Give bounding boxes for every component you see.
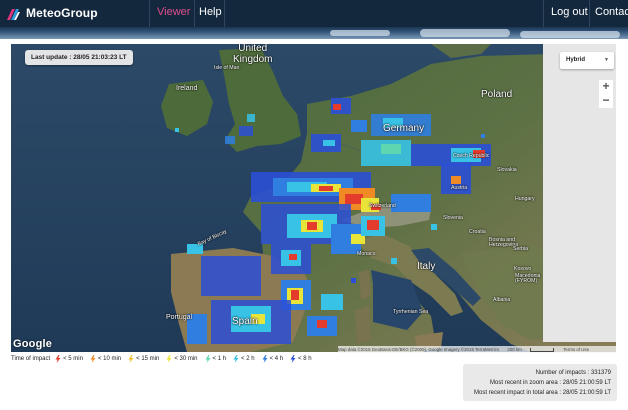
legend-item: < 5 min [55,355,83,363]
label-spain: Spain [232,316,258,327]
total-area-row: Most recent impact in total area : 28/05… [474,390,611,396]
impact-stats-panel: Number of impacts : 331379 Most recent i… [463,364,617,401]
zoom-area-label: Most recent in zoom area : [490,380,562,386]
zoom-area-value: 28/05 21:00:59 LT [562,380,611,386]
label-italy: Italy [417,261,436,272]
nav-divider [589,0,590,27]
label-hungary: Hungary [515,196,535,202]
lightning-bolt-icon [233,355,239,363]
nav-help[interactable]: Help [199,6,222,18]
nav-divider [543,0,544,27]
lightning-bolt-icon [290,355,296,363]
legend-item-label: < 15 min [136,356,160,362]
google-logo: Google [13,338,53,350]
legend-item: < 30 min [166,355,198,363]
impacts-count-row: Number of impacts : 331379 [536,370,611,376]
legend-item: < 4 h [262,355,284,363]
legend-item-label: < 1 h [212,356,227,362]
nav-divider [194,0,195,27]
last-update-badge: Last update : 28/05 21:03:23 LT [25,50,133,65]
legend-item-label: < 30 min [174,356,198,362]
label-austria: Austria [451,185,468,191]
scale-label: 200 km [507,347,522,352]
impacts-count-label: Number of impacts : [535,370,590,376]
label-czechia: Czech Republic [453,153,490,159]
legend-item-label: < 5 min [63,356,83,362]
legend-title: Time of impact [11,356,51,362]
legend-item: < 1 h [205,355,227,363]
lightning-bolt-icon [55,355,61,363]
label-switzerland: Switzerland [369,203,396,209]
meteogroup-logo-icon [7,8,20,20]
time-of-impact-legend: Time of impact < 5 min < 10 min < 15 min < … [11,354,319,364]
zoom-area-row: Most recent in zoom area : 28/05 21:00:5… [490,380,611,386]
brand-logo[interactable]: MeteoGroup [6,5,98,21]
map-type-value: Hybrid [566,57,586,63]
legend-item-label: < 8 h [298,356,312,362]
label-croatia: Croatia [469,229,486,235]
total-area-value: 28/05 21:00:59 LT [562,390,611,396]
label-tyrrhenian-sea: Tyrrhenian Sea [393,309,429,315]
legend-item: < 8 h [290,355,312,363]
legend-item: < 15 min [128,355,159,363]
lightning-bolt-icon [166,355,172,363]
chevron-down-icon: ▼ [604,57,609,63]
nav-viewer[interactable]: Viewer [157,6,190,18]
lightning-bolt-icon [205,355,211,363]
terms-link[interactable]: Terms of Use [563,347,589,352]
label-albania: Albania [493,297,511,303]
label-monaco: Monaco [357,251,376,257]
label-poland: Poland [481,89,513,100]
legend-item-label: < 4 h [269,356,284,362]
legend-item-label: < 2 h [241,356,255,362]
header-sky-banner [0,27,628,39]
attribution-text: Map data ©2016 GeoBasis-DE/BKG (©2009), … [338,347,500,352]
label-slovenia: Slovenia [443,215,463,221]
label-portugal: Portugal [166,314,193,321]
nav-contact[interactable]: Contact [595,6,628,18]
legend-item: < 2 h [233,355,255,363]
lightning-map[interactable]: Last update : 28/05 21:03:23 LT United K… [11,44,616,352]
lightning-bolt-icon [90,355,96,363]
lightning-bolt-icon [262,355,268,363]
label-germany: Germany [383,123,425,134]
label-united-kingdom: United Kingdom [233,44,273,65]
total-area-label: Most recent impact in total area : [474,390,562,396]
zoom-in-button[interactable]: + [599,80,613,94]
impacts-count-value: 331379 [590,370,611,376]
nav-divider [149,0,150,27]
label-serbia: Serbia [513,246,528,252]
brand-name: MeteoGroup [26,6,98,20]
nav-divider [224,0,225,27]
scale-bar [530,347,555,352]
legend-item: < 10 min [90,355,121,363]
nav-logout[interactable]: Log out [551,6,588,18]
label-macedonia: Macedonia (FYROM) [515,273,541,285]
zoom-out-button[interactable]: − [599,94,613,108]
map-type-select[interactable]: Hybrid ▼ [560,52,614,69]
label-slovakia: Slovakia [497,167,517,173]
lightning-bolt-icon [128,355,134,363]
map-attribution: Map data ©2016 GeoBasis-DE/BKG (©2009), … [338,346,616,353]
label-kosovo: Kosovo [514,266,532,272]
top-navbar: MeteoGroup Viewer Help Log out Contact [0,0,628,27]
label-isle-of-man: Isle of Man [214,65,240,71]
legend-item-label: < 10 min [97,356,122,362]
label-ireland: Ireland [176,85,198,92]
